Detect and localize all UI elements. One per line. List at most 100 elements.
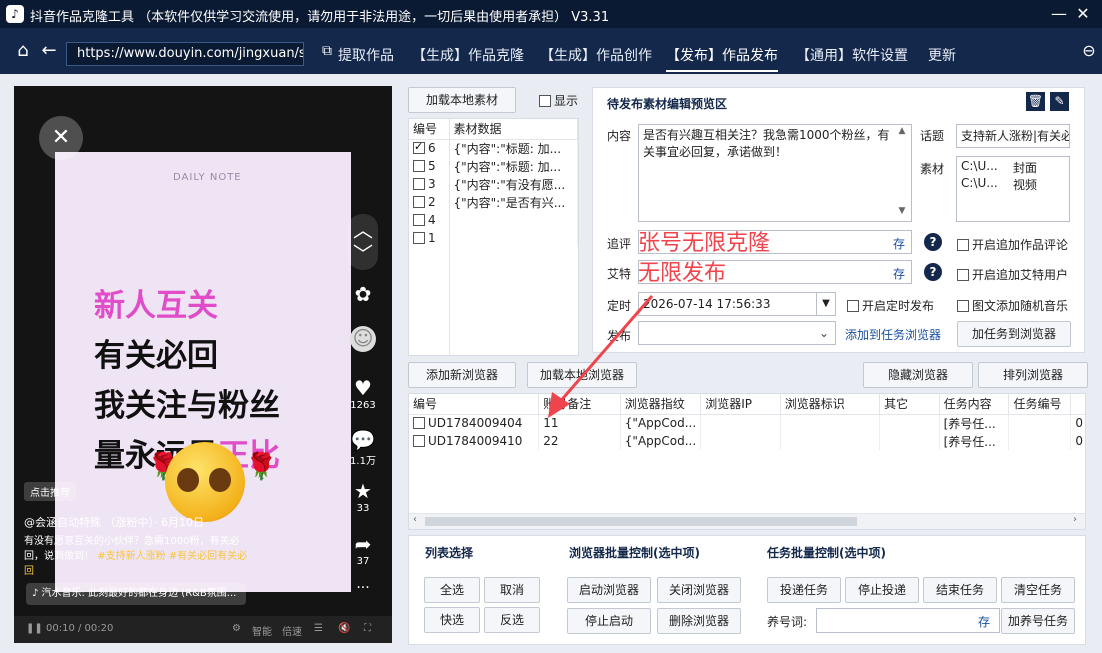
random-music-box[interactable] (957, 300, 969, 312)
browser-cell[interactable] (1008, 414, 1072, 432)
tab-publish[interactable]: 【发布】作品发布 (666, 45, 778, 72)
browser-row[interactable]: UD1784009404 11 {"AppCod... [养号任... 0 (409, 414, 1085, 432)
copy-icon[interactable]: ⧉ (316, 40, 338, 62)
show-checkbox-box[interactable] (539, 95, 551, 107)
hide-browser-button[interactable]: 隐藏浏览器 (863, 362, 973, 388)
nurture-word-field[interactable] (816, 608, 1000, 633)
media-row-video[interactable]: C:\U... 视频 (961, 176, 1065, 193)
scroll-left-icon[interactable]: ‹ (413, 514, 417, 525)
browser-row[interactable]: UD1784009410 22 {"AppCod... [养号任... 0 (409, 432, 1085, 450)
video-close-icon[interactable]: ✕ (39, 116, 83, 160)
share-button[interactable]: ➦ 37 (348, 532, 378, 567)
load-local-material-button[interactable]: 加载本地素材 (408, 87, 516, 113)
video-preview[interactable]: DAILY NOTE 新人互关 有关必回 我关注与粉丝 量永远是正比 🌹 🌹 ✕… (14, 86, 392, 643)
media-row-cover[interactable]: C:\U... 封面 (961, 159, 1065, 176)
material-row-num[interactable]: 4 (409, 211, 450, 229)
eraser-icon[interactable]: ✎ (1050, 92, 1069, 111)
material-row-data[interactable]: {"内容":"有没有愿... (449, 175, 578, 193)
enable-at-user-box[interactable] (957, 269, 969, 281)
smart-label[interactable]: 智能 (252, 623, 272, 638)
horizontal-scrollbar[interactable]: ‹ › (409, 513, 1085, 529)
browser-cell[interactable] (780, 414, 881, 432)
tab-extract[interactable]: 提取作品 (338, 45, 394, 65)
enable-schedule-checkbox[interactable]: 开启定时发布 (847, 297, 934, 314)
help-follow-icon[interactable]: ? (924, 233, 942, 251)
enable-at-user-checkbox[interactable]: 开启追加艾特用户 (957, 266, 1068, 283)
at-store-button[interactable]: 存 (893, 265, 905, 282)
video-author[interactable]: @会涵自动特殊 （涨粉中）· 6月10日 (24, 514, 204, 530)
material-row-num[interactable]: 1 (409, 229, 450, 247)
browser-cell[interactable]: 0 (1070, 432, 1085, 450)
stop-deliver-button[interactable]: 停止投递 (845, 577, 919, 603)
quick-select-button[interactable]: 快选 (424, 607, 480, 633)
enable-follow-comment-checkbox[interactable]: 开启追加作品评论 (957, 236, 1068, 253)
material-row-checkbox[interactable] (413, 178, 425, 190)
topic-field[interactable]: 支持新人涨粉|有关必 (956, 124, 1070, 148)
material-row[interactable]: 6 {"内容":"标题: 加... (409, 139, 578, 157)
browser-cell[interactable] (700, 414, 781, 432)
tab-create[interactable]: 【生成】作品创作 (540, 45, 652, 65)
browser-cell[interactable]: 0 (1070, 414, 1085, 432)
select-all-button[interactable]: 全选 (424, 577, 480, 603)
browser-cell[interactable]: {"AppCod... (620, 432, 702, 450)
mute-icon[interactable]: 🔇 (338, 623, 350, 634)
tab-clone[interactable]: 【生成】作品克隆 (412, 45, 524, 65)
browser-id-cell[interactable]: UD1784009410 (409, 432, 540, 450)
video-tag-1[interactable]: #支持新人涨粉 (97, 551, 165, 562)
minus-circle-icon[interactable]: ⊖ (1078, 40, 1100, 62)
material-row-num[interactable]: 5 (409, 157, 450, 175)
start-browser-button[interactable]: 启动浏览器 (567, 577, 651, 603)
add-new-browser-button[interactable]: 添加新浏览器 (408, 362, 516, 388)
home-icon[interactable]: ⌂ (12, 40, 34, 62)
material-row-checkbox[interactable] (413, 196, 425, 208)
arrange-browser-button[interactable]: 排列浏览器 (978, 362, 1088, 388)
enable-schedule-box[interactable] (847, 300, 859, 312)
material-row-checkbox[interactable] (413, 232, 425, 244)
close-window-button[interactable]: ✕ (1072, 3, 1094, 25)
browser-cell[interactable] (1008, 432, 1072, 450)
like-button[interactable]: ♥ 1263 (348, 376, 378, 411)
media-list[interactable]: C:\U... 封面 C:\U... 视频 (956, 156, 1070, 222)
browser-cell[interactable]: 22 (538, 432, 621, 450)
textarea-scroll-up-icon[interactable]: ▲ (895, 126, 909, 136)
speed-label[interactable]: 倍速 (282, 623, 302, 638)
more-button[interactable]: ··· (348, 580, 378, 596)
add-task-to-browser-button[interactable]: 加任务到浏览器 (957, 321, 1071, 347)
material-row[interactable]: 2 {"内容":"是否有兴... (409, 193, 578, 211)
browser-row-checkbox[interactable] (413, 435, 425, 447)
browser-cell[interactable] (879, 432, 940, 450)
browser-cell[interactable] (700, 432, 781, 450)
publish-select[interactable] (638, 321, 836, 345)
end-task-button[interactable]: 结束任务 (923, 577, 997, 603)
material-row-data[interactable] (449, 211, 578, 229)
enable-follow-comment-box[interactable] (957, 239, 969, 251)
url-field[interactable]: https://www.douyin.com/jingxuan/sea (66, 42, 304, 66)
video-tag-2[interactable]: #有关必回有关必 (169, 551, 247, 562)
invert-select-button[interactable]: 反选 (484, 607, 540, 633)
follow-store-button[interactable]: 存 (893, 235, 905, 252)
tab-update[interactable]: 更新 (928, 45, 956, 65)
material-row-num[interactable]: 6 (409, 139, 450, 157)
scroll-arrows-icon[interactable]: ︿ ﹀ (348, 214, 378, 270)
close-browser-button[interactable]: 关闭浏览器 (657, 577, 741, 603)
material-row[interactable]: 3 {"内容":"有没有愿... (409, 175, 578, 193)
schedule-datetime-field[interactable]: 2026-07-14 17:56:33 (638, 292, 836, 316)
minimize-button[interactable]: — (1048, 3, 1070, 25)
material-row-data[interactable]: {"内容":"标题: 加... (449, 139, 578, 157)
scrollbar-thumb[interactable] (425, 517, 857, 526)
avatar[interactable]: ☺ (348, 326, 378, 352)
material-row[interactable]: 1 (409, 229, 578, 247)
browser-cell[interactable]: [养号任... (939, 432, 1010, 450)
material-row-data[interactable]: {"内容":"标题: 加... (449, 157, 578, 175)
add-to-task-browser-link[interactable]: 添加到任务浏览器 (845, 326, 941, 343)
nurture-store-button[interactable]: 存 (978, 613, 990, 630)
playlist-icon[interactable]: ☰ (314, 623, 323, 634)
fullscreen-icon[interactable]: ⛶ (364, 623, 371, 634)
material-row-checkbox[interactable] (413, 160, 425, 172)
favorite-button[interactable]: ★ 33 (348, 479, 378, 514)
datetime-dropdown-icon[interactable]: ▼ (816, 293, 835, 315)
add-nurture-task-button[interactable]: 加养号任务 (1001, 608, 1075, 634)
publish-chevron-down-icon[interactable]: ⌄ (819, 326, 829, 340)
deliver-task-button[interactable]: 投递任务 (767, 577, 841, 603)
delete-browser-button[interactable]: 删除浏览器 (657, 608, 741, 634)
